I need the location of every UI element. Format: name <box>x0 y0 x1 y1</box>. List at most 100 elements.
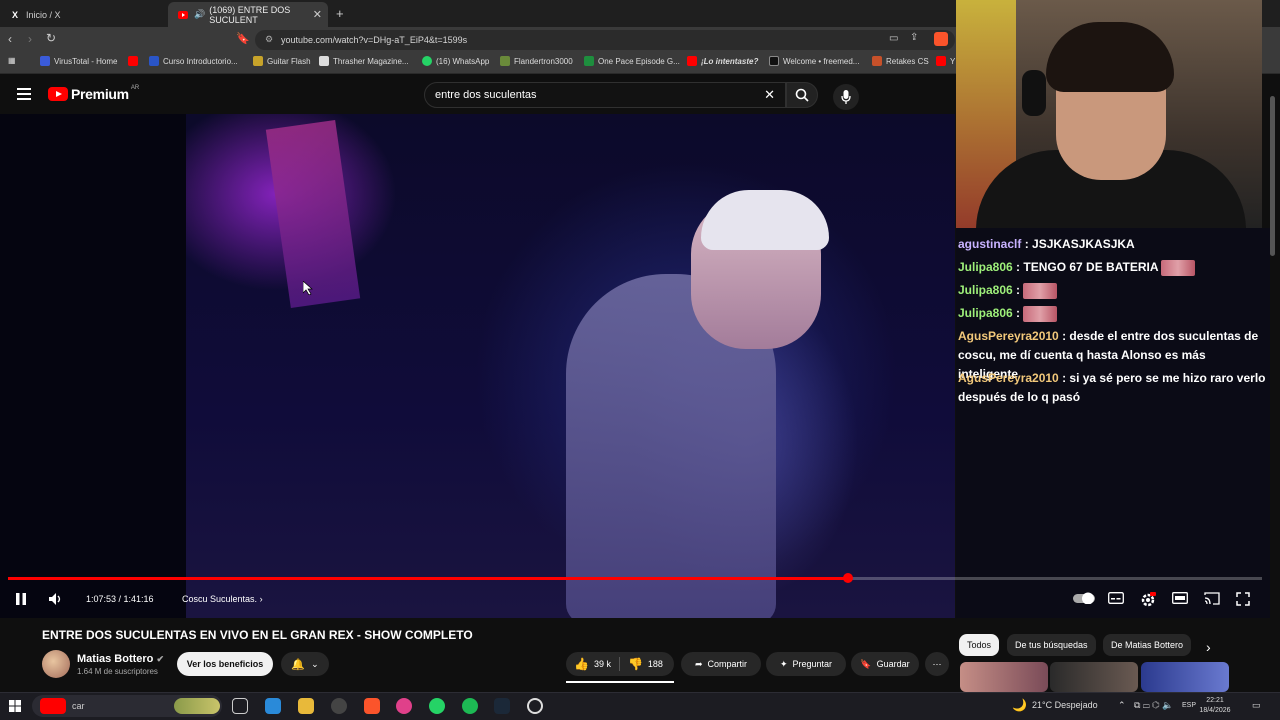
recommended-thumbnail[interactable] <box>1050 662 1138 692</box>
chevron-up-icon[interactable]: ⌃ <box>1118 700 1126 711</box>
url-field[interactable]: ⚙ youtube.com/watch?v=DHg-aT_EiP4&t=1599… <box>255 30 955 50</box>
bookmark-icon[interactable]: 🔖 <box>236 32 250 45</box>
cast-button[interactable] <box>1204 592 1220 605</box>
bookmark-lo-intentaste[interactable]: ¡Lo intentaste? <box>687 56 758 66</box>
chip-de-matias-bottero[interactable]: De Matias Bottero <box>1103 634 1192 656</box>
recommended-thumbnail[interactable] <box>1141 662 1229 692</box>
search-button[interactable] <box>786 82 818 108</box>
chip-de-tus-busquedas[interactable]: De tus búsquedas <box>1007 634 1096 656</box>
new-tab-button[interactable]: + <box>336 6 344 21</box>
settings-button[interactable] <box>1140 592 1156 608</box>
store-icon[interactable] <box>265 698 281 714</box>
voice-search-button[interactable] <box>833 84 859 110</box>
emote-icon <box>1161 259 1196 276</box>
brave-icon[interactable] <box>364 698 380 714</box>
chip-todos[interactable]: Todos <box>959 634 1000 656</box>
file-explorer-icon[interactable] <box>298 698 314 714</box>
bookmark-flandertron[interactable]: Flandertron3000 <box>500 56 573 66</box>
obs-icon[interactable] <box>331 698 347 714</box>
taskbar-search[interactable]: car <box>32 695 222 717</box>
bookmark-freemed[interactable]: Welcome • freemed... <box>769 56 859 66</box>
steam-icon[interactable] <box>494 698 510 714</box>
screen-icon[interactable]: ▭ <box>889 33 898 44</box>
tray-icons[interactable]: ⧉ ▭ ⌬ 🔈 <box>1134 700 1173 711</box>
close-icon[interactable]: ✕ <box>313 8 322 21</box>
ask-button[interactable]: ✦ Preguntar <box>766 652 846 676</box>
volume-button[interactable] <box>48 592 64 606</box>
language-indicator[interactable]: ESP <box>1182 702 1196 709</box>
channel-name[interactable]: Matias Bottero ✔ <box>77 653 164 665</box>
forward-icon[interactable]: › <box>28 32 32 46</box>
reload-icon[interactable]: ↻ <box>46 31 56 45</box>
recommended-thumbnail[interactable] <box>960 662 1048 692</box>
save-icon: 🔖 <box>860 658 872 669</box>
save-button[interactable]: 🔖 Guardar <box>851 652 919 676</box>
notification-button[interactable]: 🔔 ⌄ <box>281 652 329 676</box>
share-button[interactable]: ➦ Compartir <box>681 652 761 676</box>
chevron-right-icon[interactable]: › <box>1206 639 1211 655</box>
back-icon[interactable]: ‹ <box>8 32 12 46</box>
page-scrollbar[interactable] <box>1270 96 1275 256</box>
bookmark-whatsapp[interactable]: (16) WhatsApp <box>422 56 489 66</box>
bookmark-retakes[interactable]: Retakes CS <box>872 56 929 66</box>
whatsapp-icon[interactable] <box>429 698 445 714</box>
circle-app-icon[interactable] <box>527 698 543 714</box>
benefits-button[interactable]: Ver los beneficios <box>177 652 273 676</box>
subtitles-button[interactable] <box>1108 592 1124 604</box>
chat-username: Julipa806 <box>958 306 1013 320</box>
chat-username: agustinaclf <box>958 237 1022 251</box>
guitar-icon <box>253 56 263 66</box>
share-icon: ➦ <box>694 658 703 669</box>
video-player[interactable] <box>0 114 955 618</box>
dislike-button[interactable]: 👎 188 <box>628 657 663 671</box>
pause-button[interactable] <box>14 592 28 606</box>
bookmark-virustotal[interactable]: VirusTotal - Home <box>40 56 117 66</box>
autoplay-toggle[interactable] <box>1073 592 1095 604</box>
streamer-hair <box>1046 22 1174 92</box>
moon-icon: 🌙 <box>1012 698 1027 712</box>
brave-shield-icon[interactable] <box>934 32 948 46</box>
search-input[interactable]: entre dos suculentas ✕ <box>424 82 786 108</box>
spotify-icon[interactable] <box>462 698 478 714</box>
ask-label: Preguntar <box>792 659 833 669</box>
more-icon: ⋯ <box>932 658 942 669</box>
like-dislike-group: 👍 39 k 👎 188 <box>566 652 674 676</box>
notification-icon[interactable]: ▭ <box>1252 700 1261 711</box>
like-button[interactable]: 👍 39 k <box>574 657 611 671</box>
apps-icon[interactable]: ▦ <box>8 56 16 65</box>
speaker-icon: 🔊 <box>194 9 206 19</box>
bookmark-curso[interactable]: Curso Introductorio... <box>149 56 238 66</box>
search-query: entre dos suculentas <box>435 89 537 101</box>
tab-youtube[interactable]: 🔊 (1069) ENTRE DOS SUCULENT ✕ <box>168 2 328 27</box>
miniplayer-icon <box>1172 592 1188 604</box>
fullscreen-button[interactable] <box>1236 592 1250 606</box>
miniplayer-button[interactable] <box>1172 592 1188 604</box>
like-ratio-bar <box>566 681 674 683</box>
subtitles-icon <box>1108 592 1124 604</box>
chapter-button[interactable]: Coscu Suculentas. › <box>182 594 263 604</box>
gear-icon <box>1141 592 1156 607</box>
progress-bar[interactable] <box>8 573 1262 583</box>
menu-icon[interactable] <box>17 88 31 100</box>
more-actions-button[interactable]: ⋯ <box>925 652 949 676</box>
clear-search-icon[interactable]: ✕ <box>764 87 775 103</box>
bookmark-youtube[interactable] <box>128 56 142 66</box>
windows-start-icon[interactable] <box>9 700 21 712</box>
bookmark-thrasher[interactable]: Thrasher Magazine... <box>319 56 409 66</box>
app-icon[interactable] <box>396 698 412 714</box>
avatar[interactable] <box>42 650 70 678</box>
tab-label: Inicio / X <box>26 9 61 20</box>
clock-time: 22:21 <box>1206 697 1224 704</box>
clock[interactable]: 22:21 18/4/2026 <box>1198 696 1232 716</box>
share-icon[interactable]: ⇪ <box>910 32 918 43</box>
play-icon <box>769 56 779 66</box>
bookmark-one-pace[interactable]: One Pace Episode G... <box>584 56 680 66</box>
youtube-logo[interactable]: Premium AR <box>48 85 139 102</box>
tab-inicio-x[interactable]: X Inicio / X <box>0 2 168 27</box>
site-info-icon[interactable]: ⚙ <box>265 34 273 45</box>
bookmark-guitar-flash[interactable]: Guitar Flash <box>253 56 311 66</box>
curso-icon <box>149 56 159 66</box>
cast-icon <box>1204 592 1220 605</box>
bookmark-y[interactable]: Y <box>936 56 955 66</box>
task-view-icon[interactable] <box>232 698 248 714</box>
